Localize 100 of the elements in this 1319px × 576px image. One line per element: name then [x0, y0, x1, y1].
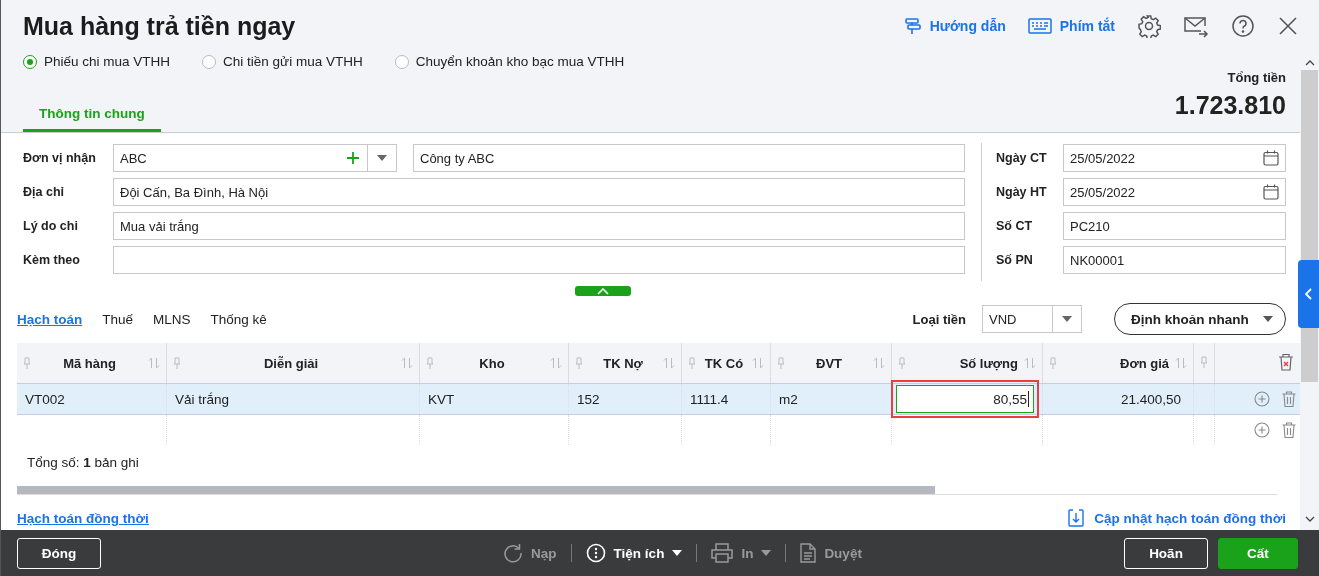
column-header[interactable]: TK Nợ — [568, 343, 682, 384]
detail-tab[interactable]: Thuế — [102, 311, 134, 327]
field-label: Địa chỉ — [23, 185, 65, 199]
currency-label: Loại tiền — [912, 311, 966, 327]
column-header[interactable]: Diễn giải — [166, 343, 420, 384]
sort-icon[interactable] — [663, 357, 675, 369]
link[interactable]: Hạch toán đồng thời — [17, 510, 149, 526]
signpost-icon — [903, 17, 922, 35]
quick-entry-button[interactable]: Định khoản nhanh — [1114, 303, 1286, 335]
record-count: Tổng số: 1 bản ghi — [26, 454, 140, 472]
pin-icon[interactable] — [575, 357, 583, 369]
chevron-left-icon — [1304, 288, 1313, 300]
pin-icon[interactable] — [173, 357, 181, 369]
date-field[interactable]: 25/05/2022 — [1063, 144, 1286, 172]
radio-label[interactable]: Phiếu chi mua VTHH — [44, 54, 171, 69]
settings-icon[interactable] — [1137, 14, 1161, 38]
pin-icon[interactable] — [426, 357, 434, 369]
partner-name-field[interactable]: Công ty ABC — [413, 144, 965, 172]
collapse-button[interactable] — [575, 286, 631, 296]
mail-forward-icon[interactable] — [1183, 14, 1209, 38]
calendar-icon[interactable] — [1263, 150, 1279, 166]
trash-icon[interactable] — [1278, 352, 1294, 371]
sort-icon[interactable] — [550, 357, 562, 369]
pin-icon[interactable] — [23, 357, 31, 369]
total-label: Tổng tiền — [1227, 70, 1286, 85]
scroll-up-icon[interactable] — [1304, 60, 1315, 66]
close-icon[interactable] — [1277, 15, 1299, 37]
scroll-down-icon[interactable] — [1304, 516, 1315, 522]
keyboard-icon — [1027, 18, 1052, 34]
caret-icon[interactable] — [377, 155, 387, 161]
radio-label[interactable]: Chuyển khoản kho bạc mua VTHH — [415, 54, 625, 69]
detail-tab[interactable]: MLNS — [153, 311, 191, 327]
caret-icon — [761, 550, 772, 556]
field-label: Kèm theo — [23, 253, 81, 267]
printer-icon — [711, 543, 734, 563]
pin-icon[interactable] — [1200, 355, 1208, 368]
more-options-icon — [585, 543, 606, 563]
plus-icon[interactable] — [347, 152, 359, 164]
chevron-up-icon — [597, 287, 609, 295]
radio-button[interactable] — [23, 54, 37, 69]
field-label: Ngày HT — [996, 185, 1048, 199]
sort-icon[interactable] — [752, 357, 764, 369]
radio-button[interactable] — [394, 54, 409, 69]
trash-icon[interactable] — [1282, 422, 1296, 438]
table-cell: 152 — [568, 383, 682, 415]
input-field[interactable]: Mua vải trắng — [113, 212, 965, 240]
defer-button[interactable]: Hoãn — [1124, 537, 1208, 569]
sort-icon[interactable] — [873, 357, 885, 369]
help-icon[interactable] — [1231, 14, 1255, 38]
pin-icon[interactable] — [1049, 357, 1057, 369]
caret-icon — [1263, 316, 1273, 322]
toolbar-button[interactable]: Tiện ích — [585, 543, 683, 563]
header-link[interactable]: Hướng dẫn — [903, 17, 1006, 35]
pin-icon[interactable] — [898, 357, 906, 369]
close-button[interactable]: Đóng — [17, 537, 101, 569]
document-icon — [800, 543, 817, 563]
input-field[interactable] — [113, 246, 965, 274]
window-title: Mua hàng trả tiền ngay — [23, 11, 296, 41]
caret-icon[interactable] — [1062, 316, 1072, 322]
detail-tab[interactable]: Hạch toán — [17, 311, 83, 327]
field-label: Lý do chi — [23, 219, 79, 233]
radio-label[interactable]: Chi tiền gửi mua VTHH — [223, 54, 363, 69]
column-header[interactable]: Đơn giá — [1042, 343, 1194, 384]
column-header[interactable]: TK Có — [681, 343, 771, 384]
add-row-icon[interactable] — [1254, 422, 1270, 438]
column-header[interactable]: Kho — [419, 343, 569, 384]
input-field[interactable]: NK00001 — [1063, 246, 1286, 274]
date-field[interactable]: 25/05/2022 — [1063, 178, 1286, 206]
table-cell: VT002 — [17, 383, 167, 415]
column-header[interactable]: Mã hàng — [17, 343, 167, 384]
field-label: Ngày CT — [996, 151, 1048, 165]
currency-combo[interactable]: VND — [982, 305, 1082, 333]
reload-icon — [503, 543, 524, 563]
field-label: Đơn vị nhận — [23, 151, 97, 165]
column-header[interactable]: Số lượng — [891, 343, 1043, 384]
table-cell: m2 — [770, 383, 892, 415]
document-download-icon — [1068, 509, 1085, 527]
radio-button[interactable] — [202, 54, 217, 69]
column-header[interactable]: ĐVT — [770, 343, 892, 384]
input-field[interactable]: Đội Cấn, Ba Đình, Hà Nội — [113, 178, 965, 206]
trash-icon[interactable] — [1282, 391, 1296, 407]
add-row-icon[interactable] — [1254, 391, 1270, 407]
calendar-icon[interactable] — [1263, 184, 1279, 200]
sort-icon[interactable] — [401, 357, 413, 369]
side-panel-tab[interactable] — [1298, 260, 1319, 328]
field-label: Số CT — [996, 219, 1034, 233]
pin-icon[interactable] — [777, 357, 785, 369]
detail-tab[interactable]: Thống kê — [210, 311, 267, 327]
partner-combo[interactable]: ABC — [113, 144, 397, 172]
sort-icon[interactable] — [1175, 357, 1187, 369]
sort-icon[interactable] — [148, 357, 160, 369]
input-field[interactable]: PC210 — [1063, 212, 1286, 240]
table-cell: 21.400,50 — [1042, 383, 1194, 415]
header-link[interactable]: Phím tắt — [1027, 18, 1115, 34]
field-label: Số PN — [996, 253, 1034, 267]
horizontal-scrollbar[interactable] — [17, 486, 1277, 495]
link[interactable]: Cập nhật hạch toán đồng thời — [1068, 509, 1286, 527]
sort-icon[interactable] — [1024, 357, 1036, 369]
pin-icon[interactable] — [688, 357, 696, 369]
caret-icon — [672, 550, 683, 556]
